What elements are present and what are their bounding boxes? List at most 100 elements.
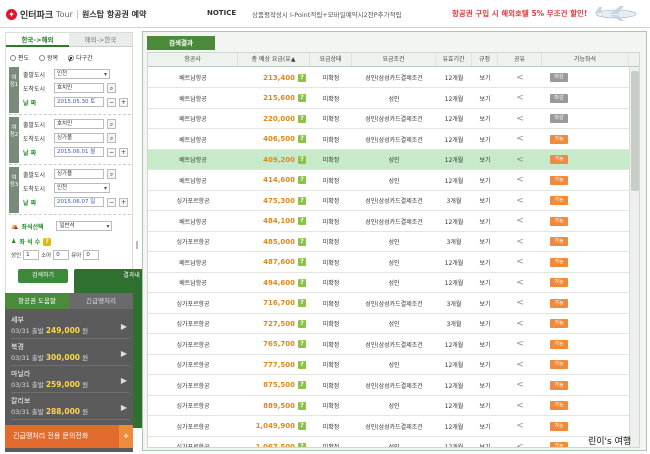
help-icon[interactable]: ? xyxy=(298,422,306,430)
rule-link[interactable]: 보기 xyxy=(472,73,498,82)
airline-name[interactable]: 싱가포르항공 xyxy=(148,422,238,431)
seat-badge[interactable]: 가능 xyxy=(550,257,568,267)
airline-name[interactable]: 베트남항공 xyxy=(148,135,238,144)
scrollbar-thumb[interactable] xyxy=(631,71,639,191)
airline-name[interactable]: 베트남항공 xyxy=(148,155,238,164)
date-plus-button[interactable]: + xyxy=(119,147,128,157)
radio-oneway[interactable]: 편도 xyxy=(10,53,29,62)
rule-link[interactable]: 보기 xyxy=(472,237,498,246)
share-icon[interactable]: < xyxy=(516,380,524,390)
table-row[interactable]: 베트남항공 484,100? 미확정 성인(삼성카드결제조건 12개월 보기 < 가능 xyxy=(148,212,639,232)
airline-name[interactable]: 싱가포르항공 xyxy=(148,340,238,349)
share-icon[interactable]: < xyxy=(516,216,524,226)
rule-link[interactable]: 보기 xyxy=(472,360,498,369)
table-row[interactable]: 싱가포르항공 765,700? 미확정 성인(삼성카드결제조건 12개월 보기 < 가능 xyxy=(148,335,639,355)
seat-badge[interactable]: 마감 xyxy=(550,114,568,123)
table-row[interactable]: 베트남항공 494,600? 미확정 성인 12개월 보기 < 가능 xyxy=(148,273,639,293)
seat-badge[interactable]: 가능 xyxy=(550,196,568,205)
share-icon[interactable]: < xyxy=(516,257,524,267)
date-minus-button[interactable]: − xyxy=(107,197,116,207)
from-city-select[interactable]: 인천 xyxy=(54,69,110,79)
seat-badge[interactable]: 가능 xyxy=(550,380,568,390)
search-icon[interactable]: ⌕ xyxy=(107,133,116,143)
help-icon[interactable]: ? xyxy=(298,135,306,143)
table-row[interactable]: 베트남항공 213,400? 미확정 성인(삼성카드결제조건 12개월 보기 < 마감 xyxy=(148,68,639,88)
airline-name[interactable]: 싱가포르항공 xyxy=(148,237,238,246)
deal-item[interactable]: 마닐라 03/31 출발 259,000 원 ▶ xyxy=(11,369,129,393)
rule-link[interactable]: 보기 xyxy=(472,340,498,349)
airline-name[interactable]: 베트남항공 xyxy=(148,114,238,123)
rule-link[interactable]: 보기 xyxy=(472,196,498,205)
share-icon[interactable]: < xyxy=(516,237,524,247)
table-row[interactable]: 싱가포르항공 727,500? 미확정 성인 3개월 보기 < 가능 xyxy=(148,314,639,334)
table-row[interactable]: 베트남항공 406,500? 미확정 성인(삼성카드결제조건 12개월 보기 < 가능 xyxy=(148,130,639,150)
rule-link[interactable]: 보기 xyxy=(472,319,498,328)
table-row[interactable]: 베트남항공 215,600? 미확정 성인 12개월 보기 < 마감 xyxy=(148,89,639,109)
help-icon[interactable]: ? xyxy=(298,94,306,102)
rule-link[interactable]: 보기 xyxy=(472,114,498,123)
seat-badge[interactable]: 가능 xyxy=(550,421,568,431)
help-icon[interactable]: ? xyxy=(298,381,306,389)
help-icon[interactable]: ? xyxy=(298,401,306,410)
seat-class-select[interactable]: 일반석 xyxy=(56,221,113,231)
date-plus-button[interactable]: + xyxy=(119,197,128,207)
notice-text[interactable]: 상품평작성시 I-Point적립+모바일예약시2천P추가적립 xyxy=(252,9,402,19)
panel-splitter-handle[interactable]: ‖ xyxy=(135,240,139,254)
help-icon[interactable]: ? xyxy=(298,176,306,184)
from-city-input[interactable]: 호치민 xyxy=(54,119,104,129)
search-icon[interactable]: ⌕ xyxy=(107,169,116,179)
deal-item[interactable]: 세부 03/31 출발 249,000 원 ▶ xyxy=(11,315,129,339)
child-select[interactable]: 0 xyxy=(53,250,70,260)
promo-banner[interactable]: 항공권 구입 시 해외호텔 5% 무조건 할인! xyxy=(452,8,587,19)
brand-logo[interactable]: ✦ 인터파크 Tour | 원스탑 항공권 예약 xyxy=(6,8,146,21)
airline-name[interactable]: 베트남항공 xyxy=(148,94,238,103)
seat-badge[interactable]: 가능 xyxy=(550,442,568,447)
seat-badge[interactable]: 가능 xyxy=(550,134,568,144)
airline-name[interactable]: 베트남항공 xyxy=(148,258,238,267)
table-row[interactable]: 베트남항공 220,000? 미확정 성인(삼성카드결제조건 12개월 보기 < 마감 xyxy=(148,109,639,129)
search-icon[interactable]: ⌕ xyxy=(107,119,116,129)
table-row[interactable]: 베트남항공 487,600? 미확정 성인 12개월 보기 < 가능 xyxy=(148,253,639,273)
help-icon[interactable]: ? xyxy=(298,155,306,164)
tab-urgent-deals[interactable]: 긴급땡처리 xyxy=(69,293,133,309)
seat-badge[interactable]: 가능 xyxy=(550,155,568,164)
table-row[interactable]: 베트남항공 409,200? 미확정 성인 12개월 보기 < 가능 xyxy=(148,150,639,170)
help-icon[interactable]: ? xyxy=(298,237,306,246)
table-row[interactable]: 싱가포르항공 485,000? 미확정 성인 3개월 보기 < 가능 xyxy=(148,232,639,252)
help-icon[interactable]: ? xyxy=(298,114,306,123)
radio-multicity[interactable]: 다구간 xyxy=(68,53,93,65)
help-icon[interactable]: ? xyxy=(298,299,306,307)
seat-badge[interactable]: 가능 xyxy=(550,216,568,226)
share-icon[interactable]: < xyxy=(516,196,524,206)
help-icon[interactable]: ? xyxy=(298,319,306,328)
rule-link[interactable]: 보기 xyxy=(472,442,498,447)
col-status[interactable]: 요금상태 xyxy=(310,53,352,66)
rule-link[interactable]: 보기 xyxy=(472,299,498,308)
table-row[interactable]: 싱가포르항공 777,500? 미확정 성인 12개월 보기 < 가능 xyxy=(148,355,639,375)
seat-badge[interactable]: 마감 xyxy=(550,73,568,82)
airline-name[interactable]: 싱가포르항공 xyxy=(148,381,238,390)
search-icon[interactable]: ⌕ xyxy=(107,83,116,93)
rule-link[interactable]: 보기 xyxy=(472,135,498,144)
seat-badge[interactable]: 가능 xyxy=(550,237,568,246)
infant-select[interactable]: 0 xyxy=(83,250,100,260)
seat-badge[interactable]: 가능 xyxy=(550,298,568,308)
seat-badge[interactable]: 가능 xyxy=(550,278,568,287)
to-city-select[interactable]: 인천 xyxy=(54,183,110,193)
seat-badge[interactable]: 가능 xyxy=(550,360,568,369)
rule-link[interactable]: 보기 xyxy=(472,401,498,410)
col-share[interactable]: 공유 xyxy=(498,53,542,66)
table-row[interactable]: 싱가포르항공 475,300? 미확정 성인(삼성카드결제조건 3개월 보기 < 가능 xyxy=(148,191,639,211)
airline-name[interactable]: 싱가포르항공 xyxy=(148,442,238,447)
airline-name[interactable]: 베트남항공 xyxy=(148,73,238,82)
date-plus-button[interactable]: + xyxy=(119,97,128,107)
airline-name[interactable]: 베트남항공 xyxy=(148,217,238,226)
plus-icon[interactable]: + xyxy=(119,425,133,448)
help-icon[interactable]: ? xyxy=(298,73,306,82)
col-price[interactable]: 총 예상 요금(유▲ xyxy=(238,53,310,66)
tab-results[interactable]: 검색결과 xyxy=(147,36,215,50)
date-input[interactable]: 2015.06.07 일 xyxy=(54,197,104,207)
airline-name[interactable]: 싱가포르항공 xyxy=(148,360,238,369)
date-input[interactable]: 2015.05.30 토 xyxy=(54,97,104,107)
airline-name[interactable]: 싱가포르항공 xyxy=(148,401,238,410)
